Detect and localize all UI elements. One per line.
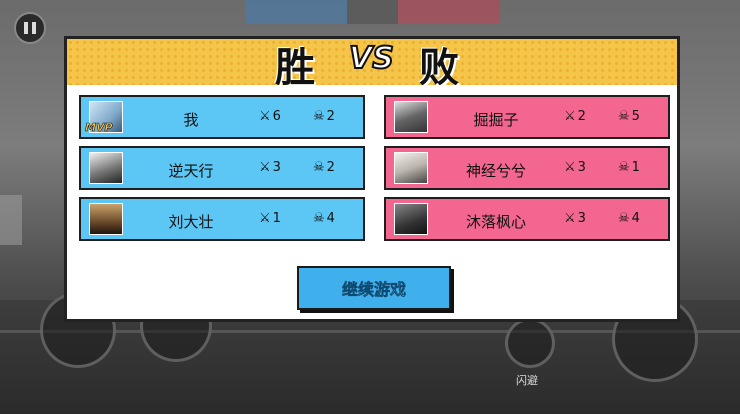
avatar <box>89 203 123 235</box>
player-name: 掘掘子 <box>473 111 519 129</box>
player-row: MVP 我 ⚔ 6 ☠ 2 <box>79 95 365 139</box>
player-name: 沐落枫心 <box>465 213 526 231</box>
skull-icon: ☠ <box>313 109 325 124</box>
dodge-label: 闪避 <box>516 374 538 387</box>
death-value: 5 <box>631 109 640 124</box>
result-header: 胜 VS 败 <box>67 39 677 85</box>
death-count: ☠ 4 <box>313 211 335 226</box>
skull-icon: ☠ <box>618 160 630 175</box>
losing-team-list: 掘掘子 ⚔ 2 ☠ 5 神经兮兮 ⚔ 3 ☠ 1 沐落枫心 ⚔ 3 ☠ 4 <box>384 95 670 248</box>
player-name: 我 <box>183 111 199 129</box>
pause-icon <box>24 22 28 34</box>
kill-value: 3 <box>577 160 586 175</box>
death-value: 2 <box>326 109 335 124</box>
skull-icon: ☠ <box>313 160 325 175</box>
avatar <box>394 203 428 235</box>
kill-count: ⚔ 6 <box>259 109 281 124</box>
player-name: 刘大壮 <box>168 213 214 231</box>
death-value: 1 <box>631 160 640 175</box>
death-count: ☠ 1 <box>618 160 640 175</box>
crossed-swords-icon: ⚔ <box>259 211 271 226</box>
crossed-swords-icon: ⚔ <box>259 160 271 175</box>
skull-icon: ☠ <box>313 211 325 226</box>
death-count: ☠ 4 <box>618 211 640 226</box>
avatar <box>394 152 428 184</box>
vs-label: VS <box>348 40 395 77</box>
death-count: ☠ 2 <box>313 109 335 124</box>
player-row: 神经兮兮 ⚔ 3 ☠ 1 <box>384 146 670 190</box>
player-name: 逆天行 <box>168 162 214 180</box>
crossed-swords-icon: ⚔ <box>564 109 576 124</box>
pause-icon <box>32 22 36 34</box>
death-value: 4 <box>326 211 335 226</box>
scene-object <box>0 195 22 245</box>
kill-value: 2 <box>577 109 586 124</box>
player-row: 掘掘子 ⚔ 2 ☠ 5 <box>384 95 670 139</box>
player-row: 刘大壮 ⚔ 1 ☠ 4 <box>79 197 365 241</box>
kill-count: ⚔ 2 <box>564 109 586 124</box>
kill-value: 6 <box>272 109 281 124</box>
kill-count: ⚔ 3 <box>259 160 281 175</box>
pause-button[interactable] <box>14 12 46 44</box>
player-row: 逆天行 ⚔ 3 ☠ 2 <box>79 146 365 190</box>
skull-icon: ☠ <box>618 109 630 124</box>
death-value: 2 <box>326 160 335 175</box>
death-count: ☠ 5 <box>618 109 640 124</box>
kill-value: 3 <box>577 211 586 226</box>
crossed-swords-icon: ⚔ <box>564 160 576 175</box>
death-count: ☠ 2 <box>313 160 335 175</box>
kill-value: 3 <box>272 160 281 175</box>
lose-title: 败 <box>419 45 459 85</box>
match-result-dialog: 胜 VS 败 MVP 我 ⚔ 6 ☠ 2 逆天行 ⚔ 3 ☠ 2 刘大壮 ⚔ 1 ☠ 4 掘… <box>64 36 680 322</box>
player-row: 沐落枫心 ⚔ 3 ☠ 4 <box>384 197 670 241</box>
death-value: 4 <box>631 211 640 226</box>
winning-team-list: MVP 我 ⚔ 6 ☠ 2 逆天行 ⚔ 3 ☠ 2 刘大壮 ⚔ 1 ☠ 4 <box>79 95 365 248</box>
crossed-swords-icon: ⚔ <box>564 211 576 226</box>
win-title: 胜 <box>275 45 315 85</box>
avatar <box>89 152 123 184</box>
skull-icon: ☠ <box>618 211 630 226</box>
score-banner <box>245 0 500 24</box>
kill-count: ⚔ 3 <box>564 160 586 175</box>
mvp-badge: MVP <box>85 121 113 135</box>
kill-count: ⚔ 3 <box>564 211 586 226</box>
avatar <box>394 101 428 133</box>
continue-game-button[interactable]: 继续游戏 <box>297 266 451 310</box>
kill-count: ⚔ 1 <box>259 211 281 226</box>
dodge-button[interactable] <box>505 318 555 368</box>
kill-value: 1 <box>272 211 281 226</box>
crossed-swords-icon: ⚔ <box>259 109 271 124</box>
player-name: 神经兮兮 <box>465 162 526 180</box>
